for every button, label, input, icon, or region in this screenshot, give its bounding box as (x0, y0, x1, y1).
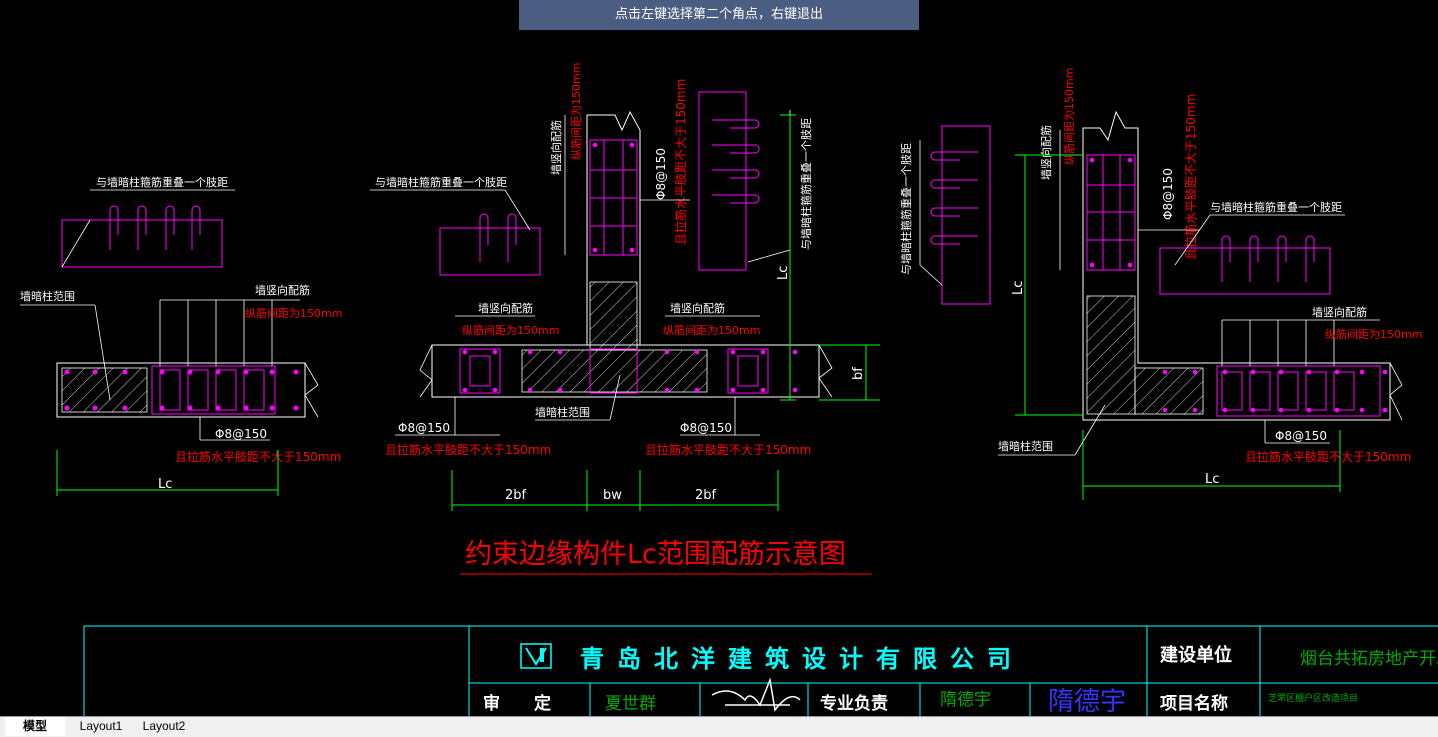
left-column-range-label: 墙暗柱范围 (20, 289, 75, 303)
middle-overlap-note-vertical: 与墙暗柱箍筋重叠一个肢距 (799, 118, 813, 250)
review-label: 审 定 (483, 693, 551, 714)
signature-name: 隋德宇 (1048, 687, 1126, 716)
middle-dim-lc: Lc (776, 266, 791, 280)
tab-layout2[interactable]: Layout2 (135, 717, 193, 736)
discipline-label: 专业负责 (820, 693, 888, 714)
command-prompt-tooltip: 点击左键选择第二个角点，右键退出 (519, 0, 919, 30)
build-unit-value: 烟台共拓房地产开发有 (1300, 649, 1438, 669)
drawing-title: 约束边缘构件Lc范围配筋示意图 (465, 539, 846, 570)
middle-overlap-note: 与墙暗柱箍筋重叠一个肢距 (375, 175, 507, 189)
left-overlap-note: 与墙暗柱箍筋重叠一个肢距 (96, 175, 228, 189)
review-name: 夏世群 (605, 694, 656, 714)
middle-right-spacing-note: 纵筋间距为150mm (663, 323, 760, 337)
right-top-stirrup: Φ8@150 (1161, 168, 1175, 220)
left-detail: 与墙暗柱箍筋重叠一个肢距 墙竖向配筋 纵筋间距为150mm 墙暗柱范围 Φ8@1… (20, 175, 342, 496)
right-top-vertical-bars: 墙竖向配筋 (1039, 125, 1053, 180)
left-vertical-bars-label: 墙竖向配筋 (255, 283, 310, 297)
left-stirrup-label: Φ8@150 (215, 427, 267, 441)
middle-column-range: 墙暗柱范围 (535, 405, 590, 419)
middle-left-tie-note: 且拉筋水平肢距不大于150mm (385, 442, 551, 457)
layout-tab-bar: 模型 Layout1 Layout2 (0, 716, 1438, 737)
cad-drawing-canvas[interactable]: 与墙暗柱箍筋重叠一个肢距 墙竖向配筋 纵筋间距为150mm 墙暗柱范围 Φ8@1… (0, 0, 1438, 716)
middle-dim-2bf-left: 2bf (505, 488, 527, 503)
left-dim-lc: Lc (158, 477, 172, 492)
tab-model[interactable]: 模型 (5, 717, 65, 736)
middle-left-vertical-bars: 墙竖向配筋 (478, 301, 533, 315)
right-column-range: 墙暗柱范围 (998, 439, 1053, 453)
tab-layout1[interactable]: Layout1 (72, 717, 130, 736)
right-tie-note: 且拉筋水平肢距不大于150mm (1245, 449, 1411, 464)
right-stirrup: Φ8@150 (1275, 429, 1327, 443)
middle-right-tie-note: 且拉筋水平肢距不大于150mm (645, 442, 811, 457)
company-logo (520, 643, 552, 669)
middle-top-tie-note: 且拉筋水平肢距不大于150mm (673, 79, 688, 245)
middle-top-spacing-note: 纵筋间距为150mm (569, 63, 583, 160)
middle-right-stirrup: Φ8@150 (680, 421, 732, 435)
middle-dim-2bf-right: 2bf (695, 488, 717, 503)
middle-dim-bw: bw (603, 488, 622, 503)
right-detail: 与墙暗柱箍筋重叠一个肢距 墙竖向配筋 纵筋间距为150mm Φ8@150 且拉筋… (899, 68, 1422, 500)
review-signature (711, 677, 801, 712)
middle-right-vertical-bars: 墙竖向配筋 (670, 301, 725, 315)
right-dim-lc-vertical: Lc (1011, 281, 1026, 295)
discipline-name: 隋德宇 (940, 690, 991, 710)
middle-top-stirrup: Φ8@150 (654, 148, 668, 200)
left-spacing-note: 纵筋间距为150mm (245, 306, 342, 320)
right-top-spacing-note: 纵筋间距为150mm (1062, 68, 1076, 165)
build-unit-label: 建设单位 (1160, 644, 1232, 666)
right-overlap-note: 与墙暗柱箍筋重叠一个肢距 (1210, 200, 1342, 214)
middle-left-stirrup: Φ8@150 (398, 421, 450, 435)
left-tie-note: 且拉筋水平肢距不大于150mm (175, 449, 341, 464)
project-value: 芝罘区棚户区改造项目 (1268, 692, 1358, 704)
right-dim-lc: Lc (1205, 472, 1219, 487)
middle-top-vertical-bars: 墙竖向配筋 (549, 120, 563, 175)
middle-left-spacing-note: 纵筋间距为150mm (462, 323, 559, 337)
title-block: 青岛北洋建筑设计有限公司 建设单位 烟台共拓房地产开发有 审 定 夏世群 专业负… (83, 625, 1438, 716)
project-label: 项目名称 (1160, 693, 1228, 714)
right-overlap-note-vertical: 与墙暗柱箍筋重叠一个肢距 (899, 143, 913, 275)
middle-dim-bf: bf (851, 367, 866, 380)
middle-detail: 与墙暗柱箍筋重叠一个肢距 墙竖向配筋 纵筋间距为150mm Φ8@150 且拉筋… (370, 63, 880, 511)
right-spacing-note: 纵筋间距为150mm (1325, 327, 1422, 341)
right-vertical-bars: 墙竖向配筋 (1312, 305, 1367, 319)
company-name: 青岛北洋建筑设计有限公司 (580, 645, 1024, 673)
